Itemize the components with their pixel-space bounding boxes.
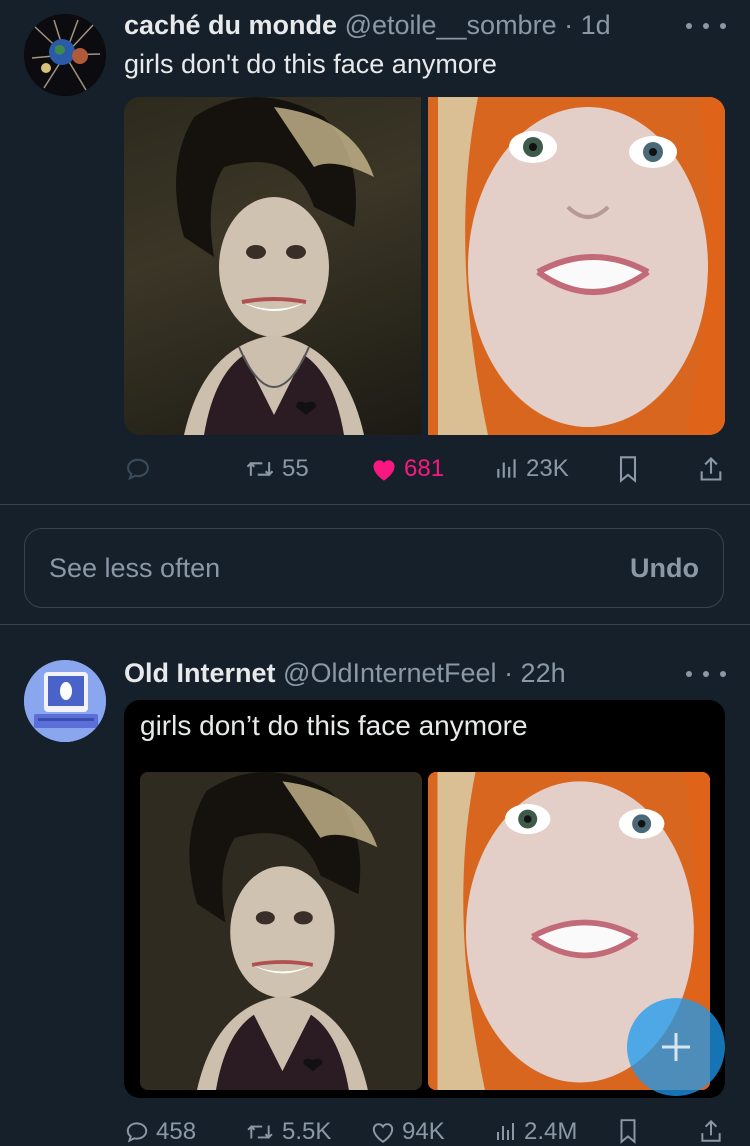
meme-caption: girls don’t do this face anymore <box>140 710 528 741</box>
retro-computer-icon <box>24 660 106 742</box>
globe-artwork-icon <box>24 14 106 96</box>
views-chart-icon <box>497 459 516 478</box>
like-count: 94K <box>402 1118 445 1145</box>
views-button[interactable]: 23K <box>494 455 569 483</box>
more-options-button[interactable] <box>686 664 726 684</box>
tweet-media[interactable] <box>124 97 725 435</box>
more-dot-icon <box>720 671 726 677</box>
retweet-button[interactable]: 55 <box>244 455 309 483</box>
bookmark-icon <box>619 456 637 483</box>
handle[interactable]: @OldInternetFeel <box>283 658 497 688</box>
timestamp[interactable]: · 22h <box>504 658 566 688</box>
share-button[interactable] <box>698 1118 724 1144</box>
more-dot-icon <box>703 671 709 677</box>
divider <box>0 504 750 505</box>
handle[interactable]: @etoile__sombre <box>345 10 557 40</box>
timestamp[interactable]: · 1d <box>564 10 611 40</box>
views-count: 2.4M <box>524 1118 578 1145</box>
photo-left[interactable] <box>140 772 422 1090</box>
views-count: 23K <box>526 455 569 482</box>
reply-icon <box>127 458 149 481</box>
portrait-photo-left <box>176 97 374 435</box>
see-less-often-text: See less often <box>49 552 221 583</box>
share-icon <box>701 1119 721 1142</box>
retweet-button[interactable]: 5.5K <box>244 1118 331 1146</box>
like-button[interactable]: 681 <box>370 455 444 483</box>
tweet-header: caché du monde @etoile__sombre · 1d <box>124 10 611 41</box>
portrait-photo-right <box>428 97 725 435</box>
divider <box>0 624 750 625</box>
display-name[interactable]: caché du monde <box>124 10 337 40</box>
compose-tweet-button[interactable] <box>627 998 725 1096</box>
share-button[interactable] <box>698 455 724 483</box>
share-icon <box>700 457 722 481</box>
plus-icon <box>662 1033 690 1061</box>
retweet-count: 5.5K <box>282 1118 332 1145</box>
retweet-icon <box>246 461 274 477</box>
bookmark-icon <box>620 1119 636 1144</box>
tweet-text: girls don't do this face anymore <box>124 49 497 79</box>
reply-button[interactable] <box>124 455 158 483</box>
avatar[interactable] <box>24 14 106 96</box>
tweet-header: Old Internet @OldInternetFeel · 22h <box>124 658 566 689</box>
portrait-photo-left <box>140 772 422 1090</box>
bookmark-button[interactable] <box>617 1118 639 1144</box>
photo-left[interactable] <box>124 97 421 435</box>
reply-icon <box>126 1122 148 1143</box>
retweet-count: 55 <box>282 455 309 482</box>
bookmark-button[interactable] <box>617 455 639 483</box>
more-dot-icon <box>686 23 692 29</box>
undo-button[interactable]: Undo <box>630 553 699 584</box>
more-options-button[interactable] <box>686 16 726 36</box>
more-dot-icon <box>720 23 726 29</box>
heart-filled-icon <box>373 460 395 481</box>
more-dot-icon <box>703 23 709 29</box>
like-button[interactable]: 94K <box>370 1118 445 1146</box>
views-chart-icon <box>497 1123 514 1140</box>
like-count: 681 <box>404 455 445 482</box>
heart-icon <box>372 1123 394 1143</box>
more-dot-icon <box>686 671 692 677</box>
views-button[interactable]: 2.4M <box>494 1118 577 1146</box>
photo-right[interactable] <box>428 97 725 435</box>
avatar[interactable] <box>24 660 106 742</box>
see-less-often-notice: See less often Undo <box>24 528 724 608</box>
reply-button[interactable]: 458 <box>124 1118 196 1146</box>
reply-count: 458 <box>156 1118 197 1145</box>
display-name[interactable]: Old Internet <box>124 658 276 688</box>
retweet-icon <box>247 1125 273 1139</box>
